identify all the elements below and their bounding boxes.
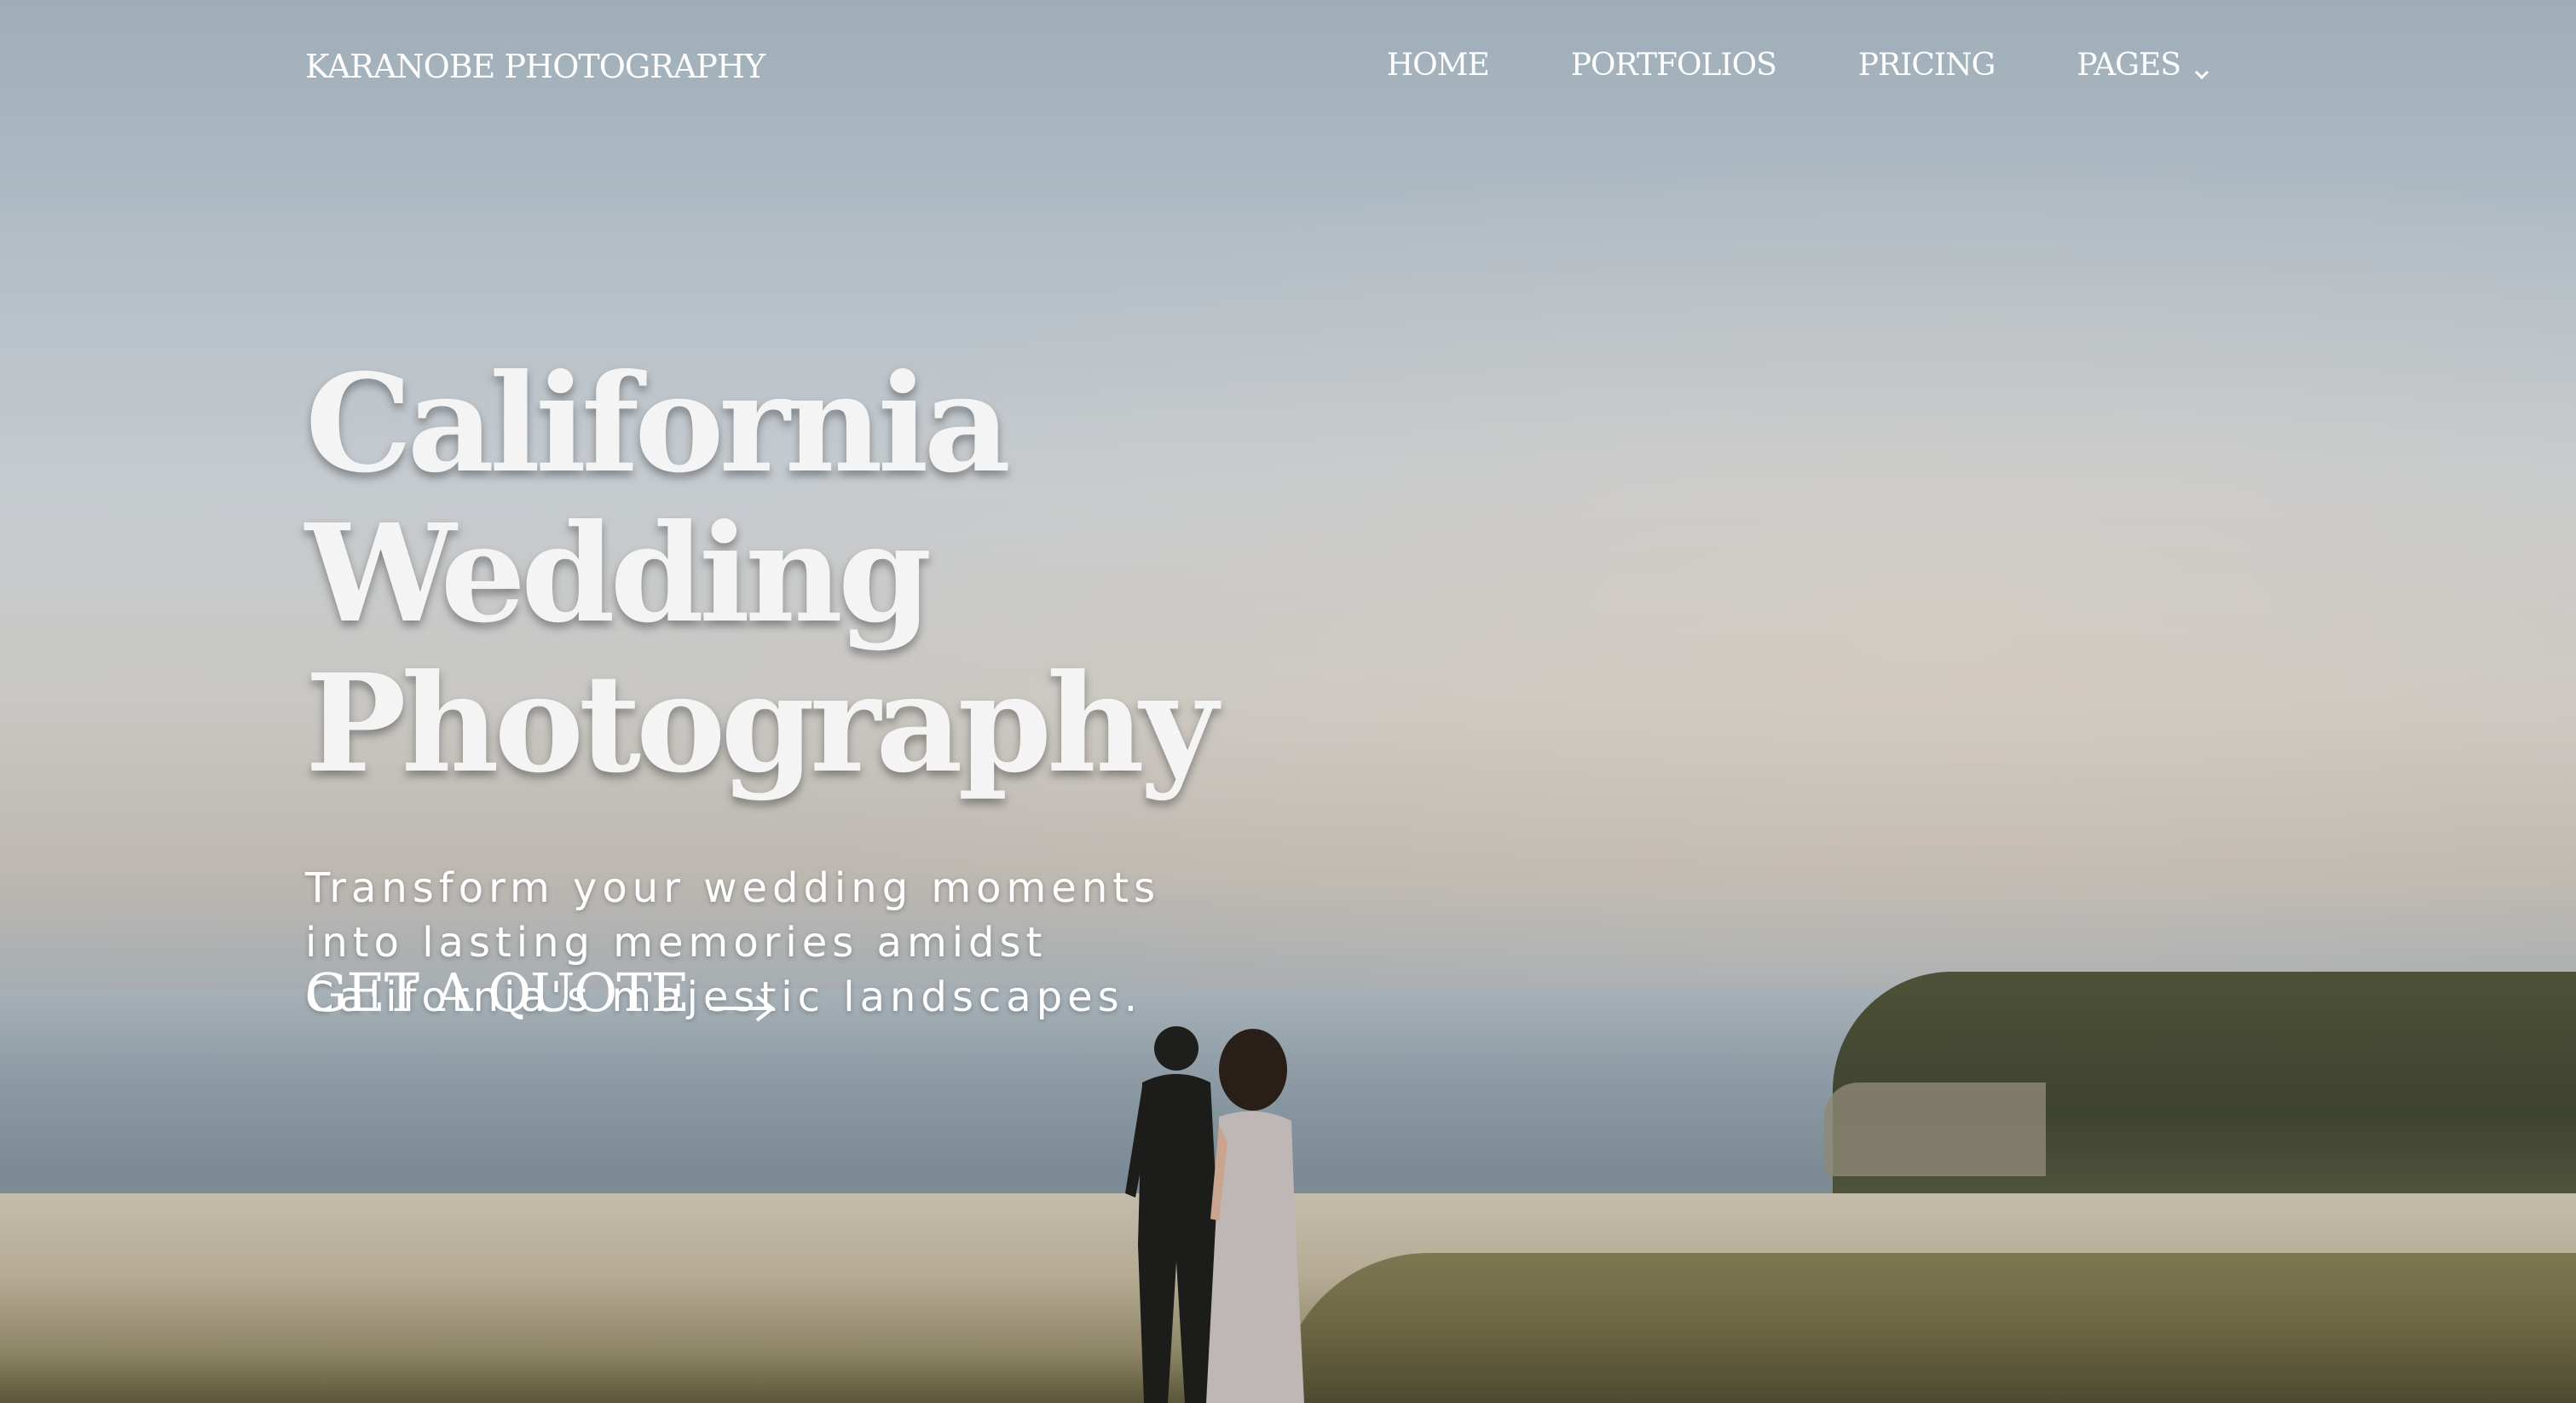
headline-line-2: Photography xyxy=(305,645,1218,803)
nav-item-pricing[interactable]: PRICING xyxy=(1858,48,1996,83)
nav-item-label: PAGES xyxy=(2076,48,2181,83)
hero-content: California Wedding Photography Transform… xyxy=(305,349,1499,1025)
hero-headline: California Wedding Photography xyxy=(305,349,1499,800)
nav-item-label: PRICING xyxy=(1857,48,1996,83)
nav-item-portfolios[interactable]: PORTFOLIOS xyxy=(1570,48,1777,83)
get-a-quote-button[interactable]: GET A QUOTE xyxy=(305,961,776,1024)
nav-item-label: HOME xyxy=(1386,48,1490,83)
nav-item-pages-dropdown[interactable]: PAGES xyxy=(2076,48,2211,83)
top-navigation: KARANOBE PHOTOGRAPHY HOME PORTFOLIOS PRI… xyxy=(0,0,2576,145)
brand-logo-text[interactable]: KARANOBE PHOTOGRAPHY xyxy=(305,48,765,85)
main-menu: HOME PORTFOLIOS PRICING PAGES xyxy=(1387,48,2211,83)
headline-line-1: California Wedding xyxy=(305,345,1011,653)
couple-figure xyxy=(1091,1023,1347,1403)
nav-item-home[interactable]: HOME xyxy=(1386,48,1490,83)
chevron-down-icon xyxy=(2192,56,2211,79)
grass-hill xyxy=(1279,1253,2576,1403)
arrow-right-icon xyxy=(708,976,776,1022)
nav-item-label: PORTFOLIOS xyxy=(1570,48,1777,83)
cliff-face xyxy=(1824,1083,2046,1176)
cta-label: GET A QUOTE xyxy=(305,961,690,1024)
